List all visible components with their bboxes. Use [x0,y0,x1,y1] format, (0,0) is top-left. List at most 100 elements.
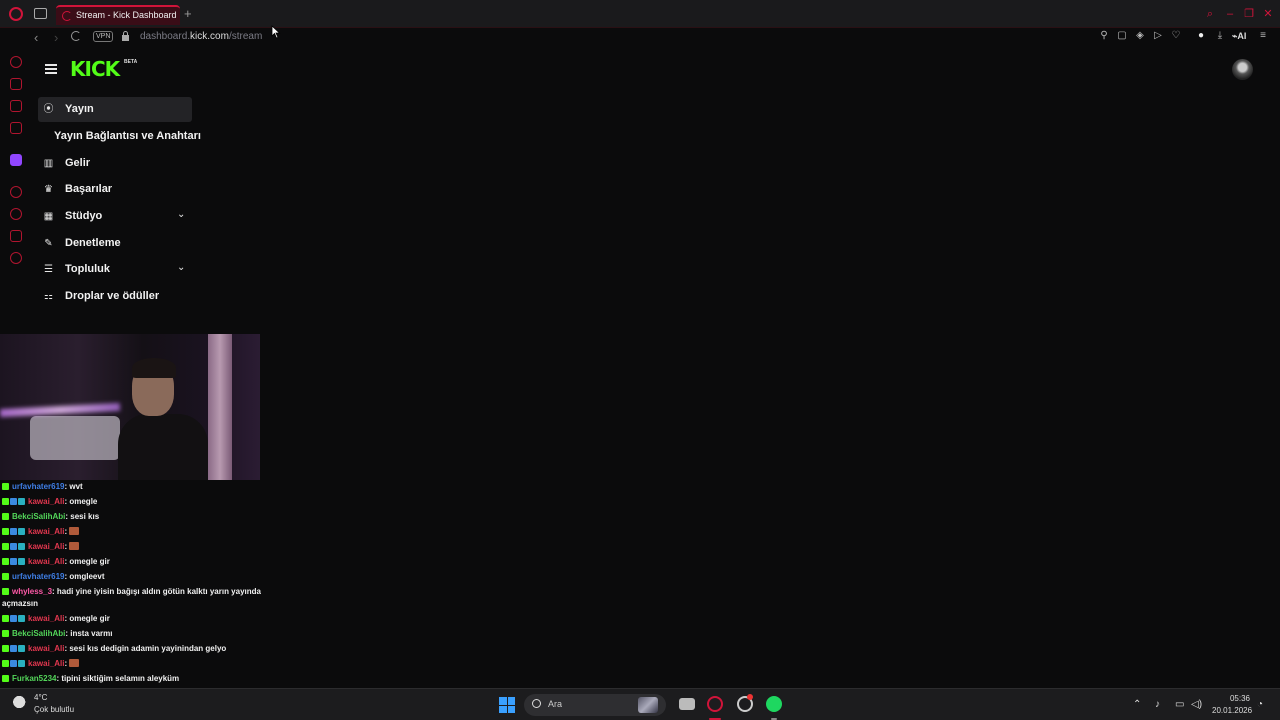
back-icon[interactable]: ‹ [34,30,38,45]
kick-badge-icon [2,543,9,550]
snapshot-icon[interactable]: ▢ [1117,31,1127,41]
user-avatar[interactable] [1232,59,1253,80]
chat-message: urfavhater619: omgleevt [2,572,105,582]
aria-ai-button[interactable]: ⌁AI [1232,31,1246,42]
pin-icon[interactable]: ⚲ [1099,31,1109,41]
chevron-up-icon[interactable]: ⌃ [1133,699,1141,710]
chart-icon: ▥ [43,158,54,169]
chat-username[interactable]: whyless_3 [12,587,52,596]
spotify-icon[interactable] [766,696,782,712]
chat-username[interactable]: Furkan5234 [12,674,56,683]
history-icon[interactable] [10,56,22,68]
studio-icon: ▦ [43,211,54,222]
close-icon[interactable]: ✕ [1262,8,1274,20]
start-button[interactable] [499,697,515,713]
clock-date[interactable]: 20.01.2026 [1212,706,1252,715]
profile-icon[interactable]: ● [1196,31,1206,41]
chat-username[interactable]: BekciSalihAbi [12,629,65,638]
lock-icon[interactable] [121,31,130,41]
beta-tag: BETA [124,59,138,65]
teal-badge-icon [18,645,25,652]
weather-temp[interactable]: 4°C [34,693,47,702]
chat-message: urfavhater619: wvt [2,482,83,492]
new-tab-button[interactable]: + [184,6,192,21]
opera-taskbar-icon[interactable] [707,696,723,712]
chat-username[interactable]: kawai_Ali [28,557,64,566]
nav-item-topluluk[interactable]: ☰ Topluluk ⌄ [38,257,192,282]
chat-username[interactable]: urfavhater619 [12,482,64,491]
kick-badge-icon [2,675,9,682]
forward-icon[interactable]: › [54,30,58,45]
menu-icon[interactable]: ≡ [1258,31,1268,41]
cloud-icon[interactable] [12,694,30,710]
nav-item-yayin[interactable]: ⦿ Yayın [38,97,192,122]
network-icon[interactable]: ▭ [1175,699,1184,710]
opera-logo-icon[interactable] [9,7,23,21]
clock-time[interactable]: 05:36 [1216,694,1250,703]
notification-bell-icon[interactable]: ◔ [1257,699,1263,710]
kick-badge-icon [2,660,9,667]
clock-icon[interactable] [10,208,22,220]
chat-username[interactable]: kawai_Ali [28,497,64,506]
chat-text: : omegle gir [64,614,110,623]
chat-username[interactable]: kawai_Ali [28,527,64,536]
reload-icon[interactable] [71,31,81,41]
blue-badge-icon [10,660,17,667]
active-tab[interactable]: Stream - Kick Dashboard [56,5,180,25]
nav-label: Gelir [65,157,91,169]
restore-icon[interactable]: ❐ [1243,8,1255,20]
nav-item-denetleme[interactable]: ✎ Denetleme [38,231,192,256]
download-icon[interactable]: ⤓ [1215,31,1225,41]
chevron-down-icon[interactable]: ⌄ [177,209,185,220]
notes-icon[interactable] [10,230,22,242]
volume-icon[interactable]: ◁) [1191,699,1202,710]
messenger-icon[interactable] [10,100,22,112]
chat-username[interactable]: kawai_Ali [28,659,64,668]
teal-badge-icon [18,543,25,550]
kick-badge-icon [2,528,9,535]
broadcast-icon: ⦿ [43,104,54,115]
nav-item-stream-key[interactable]: Yayın Bağlantısı ve Anahtarı [38,124,201,149]
chat-message: açmazsın [2,599,38,609]
address-bar[interactable]: dashboard.kick.com/stream [140,31,262,42]
chat-message: BekciSalihAbi: insta varmı [2,629,113,639]
trophy-icon: ♛ [44,184,53,195]
task-view-icon[interactable] [679,698,695,710]
blue-badge-icon [10,498,17,505]
microphone-icon[interactable]: ♪ [1155,699,1160,710]
nav-item-droplar[interactable]: ⚏ Droplar ve ödüller [38,284,192,309]
chat-username[interactable]: urfavhater619 [12,572,64,581]
weather-desc[interactable]: Çok bulutlu [34,705,74,714]
nav-label: Denetleme [65,237,121,249]
teal-badge-icon [18,498,25,505]
kick-badge-icon [2,630,9,637]
twitch-icon[interactable] [10,154,22,166]
nav-label: Droplar ve ödüller [65,290,160,302]
settings-icon[interactable] [10,252,22,264]
chat-username[interactable]: kawai_Ali [28,542,64,551]
shield-icon[interactable]: ◈ [1135,31,1145,41]
heart-icon[interactable]: ♡ [1171,31,1181,41]
nav-item-gelir[interactable]: ▥ Gelir [38,151,192,176]
search-tabs-icon[interactable]: ⌕ [1204,8,1216,20]
tab-list-icon[interactable] [34,8,47,19]
kick-logo[interactable]: KICK [70,57,120,81]
chat-username[interactable]: kawai_Ali [28,614,64,623]
nav-item-studyo[interactable]: ▦ Stüdyo ⌄ [38,204,192,229]
taskbar-search[interactable]: Ara [524,694,666,716]
chat-username[interactable]: kawai_Ali [28,644,64,653]
nav-label: Yayın Bağlantısı ve Anahtarı [54,130,201,142]
play-icon[interactable]: ▷ [1153,31,1163,41]
chat-username[interactable]: BekciSalihAbi [12,512,65,521]
twitter-icon[interactable] [10,122,22,134]
nav-item-basarilar[interactable]: ♛ Başarılar [38,177,192,202]
workspace-icon[interactable] [10,78,22,90]
ai-label: AI [1237,31,1247,41]
minimize-icon[interactable]: – [1224,8,1236,20]
vpn-badge[interactable]: VPN [93,31,114,42]
search-icon [532,699,541,708]
hamburger-menu-icon[interactable] [45,64,57,74]
player-icon[interactable] [10,186,22,198]
chevron-down-icon[interactable]: ⌄ [177,262,185,273]
webcam-couch [30,416,120,460]
